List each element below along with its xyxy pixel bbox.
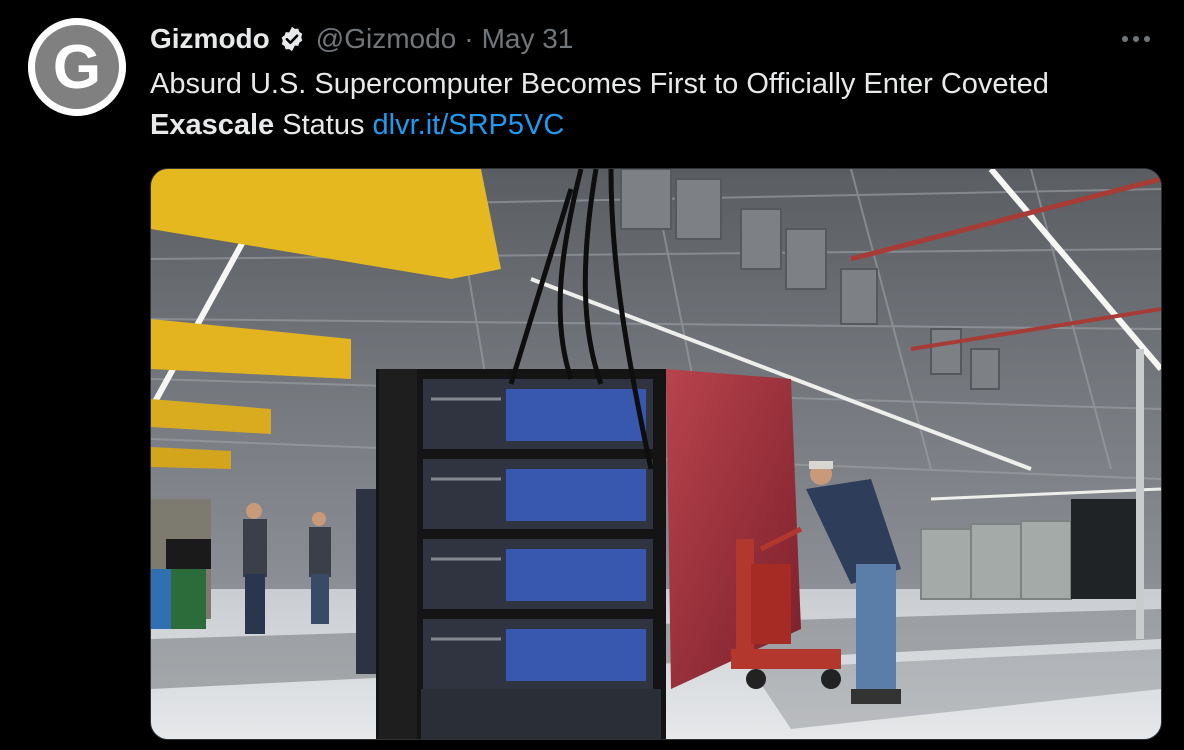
tweet-media-photo[interactable] — [150, 168, 1162, 740]
supercomputer-photo — [151, 169, 1161, 739]
tweet-date[interactable]: May 31 — [482, 22, 574, 56]
tweet-text: Absurd U.S. Supercomputer Becomes First … — [150, 64, 1130, 146]
verified-badge-icon — [278, 25, 306, 53]
separator-dot: · — [464, 23, 474, 54]
avatar-letter: G — [53, 33, 101, 102]
avatar[interactable]: G — [28, 18, 126, 116]
handle[interactable]: @Gizmodo — [316, 22, 456, 56]
ellipsis-icon — [1122, 36, 1150, 42]
tweet[interactable]: G Gizmodo @Gizmodo · May 31 Absurd U.S. … — [0, 0, 1184, 750]
tweet-text-line1: Absurd U.S. Supercomputer Becomes First … — [150, 68, 1049, 100]
gizmodo-logo-icon: G — [28, 18, 126, 116]
display-name[interactable]: Gizmodo — [150, 22, 270, 56]
more-options-button[interactable] — [1116, 24, 1156, 54]
tweet-text-bold: Exascale — [150, 109, 275, 141]
tweet-text-tail: Status — [274, 109, 365, 141]
tweet-header: Gizmodo @Gizmodo · May 31 — [150, 22, 573, 56]
tweet-link[interactable]: dlvr.it/SRP5VC — [373, 109, 565, 141]
